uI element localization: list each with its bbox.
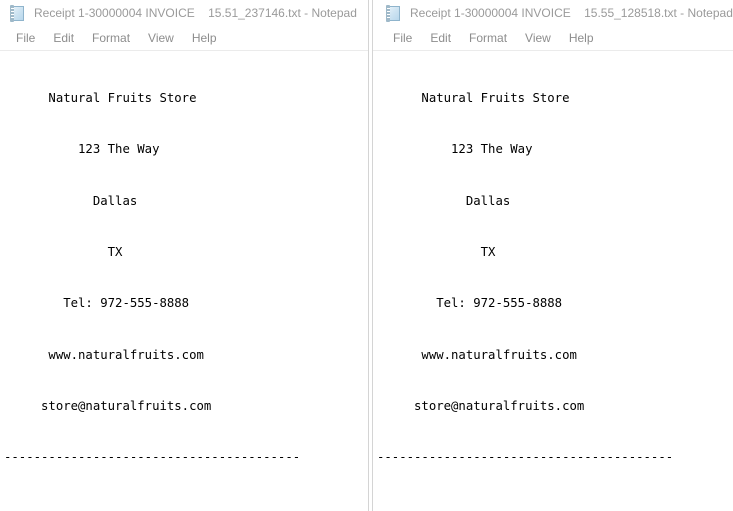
menu-file-right[interactable]: File xyxy=(384,29,421,49)
receipt-website: www.naturalfruits.com xyxy=(377,347,577,362)
receipt-address: 123 The Way xyxy=(4,142,160,157)
receipt-store-name: Natural Fruits Store xyxy=(377,91,570,106)
window-title-left: Receipt 1-30000004 INVOICE 15.51_237146.… xyxy=(34,6,357,20)
menu-edit-left[interactable]: Edit xyxy=(44,29,83,49)
menu-file-left[interactable]: File xyxy=(7,29,44,49)
menu-format-left[interactable]: Format xyxy=(83,29,139,49)
desktop: Receipt 1-30000004 INVOICE 15.51_237146.… xyxy=(0,0,733,511)
menu-view-right[interactable]: View xyxy=(516,29,560,49)
receipt-state: TX xyxy=(4,245,123,260)
titlebar-right[interactable]: Receipt 1-30000004 INVOICE 15.55_128518.… xyxy=(373,0,733,27)
menubar-left[interactable]: File Edit Format View Help xyxy=(0,27,368,51)
receipt-state: TX xyxy=(377,245,496,260)
receipt-store-name: Natural Fruits Store xyxy=(4,91,197,106)
receipt-website: www.naturalfruits.com xyxy=(4,347,204,362)
receipt-address: 123 The Way xyxy=(377,142,533,157)
notepad-window-right[interactable]: Receipt 1-30000004 INVOICE 15.55_128518.… xyxy=(372,0,733,511)
menu-help-left[interactable]: Help xyxy=(183,29,226,49)
text-editor-left[interactable]: Natural Fruits Store 123 The Way Dallas … xyxy=(0,51,368,511)
receipt-document-right: Natural Fruits Store 123 The Way Dallas … xyxy=(377,56,733,511)
receipt-blank-1 xyxy=(4,500,368,511)
menubar-right[interactable]: File Edit Format View Help xyxy=(373,27,733,51)
receipt-blank-1 xyxy=(377,500,733,511)
receipt-telephone: Tel: 972-555-8888 xyxy=(4,296,190,311)
titlebar-left[interactable]: Receipt 1-30000004 INVOICE 15.51_237146.… xyxy=(0,0,368,27)
receipt-separator-dash-1: ---------------------------------------- xyxy=(377,450,674,465)
menu-view-left[interactable]: View xyxy=(139,29,183,49)
notepad-icon xyxy=(9,5,26,22)
menu-edit-right[interactable]: Edit xyxy=(421,29,460,49)
receipt-city: Dallas xyxy=(4,193,138,208)
receipt-document-left: Natural Fruits Store 123 The Way Dallas … xyxy=(4,56,368,511)
window-title-right: Receipt 1-30000004 INVOICE 15.55_128518.… xyxy=(410,6,733,20)
notepad-icon xyxy=(385,5,402,22)
menu-help-right[interactable]: Help xyxy=(560,29,603,49)
receipt-email: store@naturalfruits.com xyxy=(4,398,212,413)
receipt-telephone: Tel: 972-555-8888 xyxy=(377,296,563,311)
menu-format-right[interactable]: Format xyxy=(460,29,516,49)
receipt-email: store@naturalfruits.com xyxy=(377,398,585,413)
receipt-separator-dash-1: ---------------------------------------- xyxy=(4,450,301,465)
notepad-window-left[interactable]: Receipt 1-30000004 INVOICE 15.51_237146.… xyxy=(0,0,369,511)
text-editor-right[interactable]: Natural Fruits Store 123 The Way Dallas … xyxy=(373,51,733,511)
receipt-city: Dallas xyxy=(377,193,511,208)
